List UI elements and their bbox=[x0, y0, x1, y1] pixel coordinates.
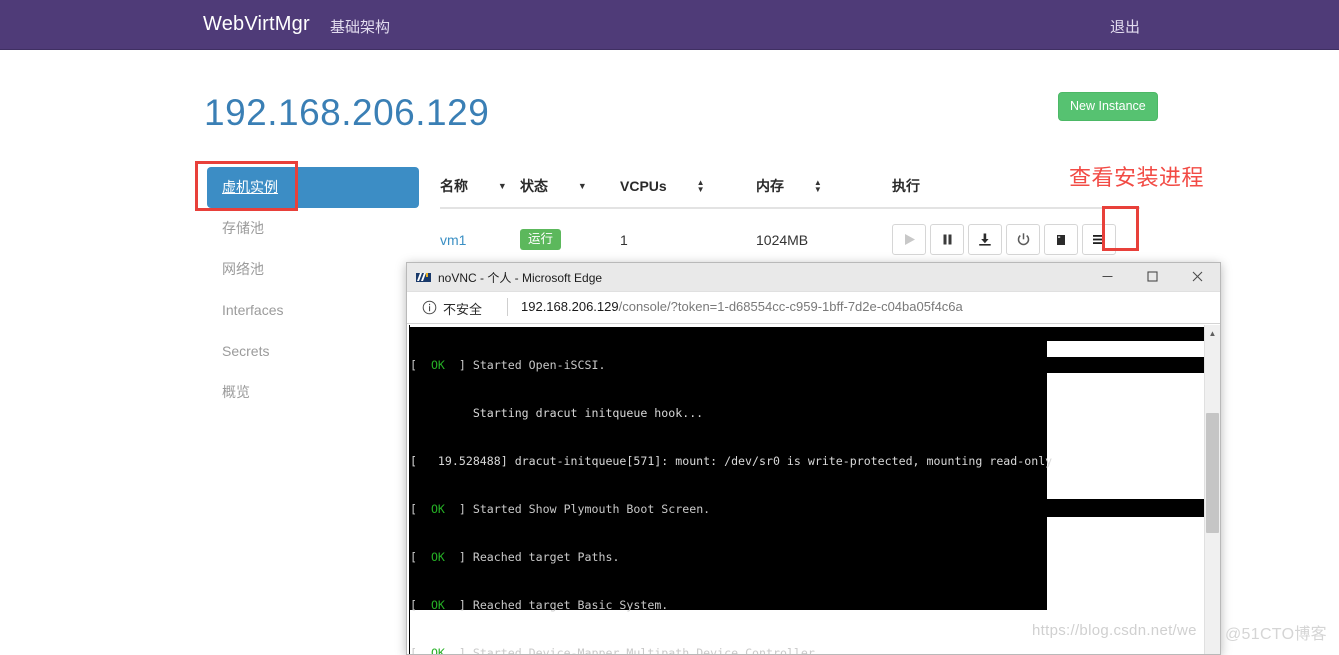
sort-updown-icon[interactable]: ▲ ▼ bbox=[697, 179, 705, 194]
table-header: 名称 ▼ 状态 ▼ VCPUs ▲ ▼ 内存 ▲ ▼ 执行 bbox=[440, 170, 1140, 209]
sort-caret-down-icon[interactable]: ▼ bbox=[498, 181, 507, 191]
sidebar-item-label: 存储池 bbox=[222, 220, 264, 236]
sidebar-item-label: 概览 bbox=[222, 384, 250, 400]
watermark-csdn: https://blog.csdn.net/we bbox=[1032, 622, 1197, 639]
cell-vm-actions bbox=[892, 208, 1140, 268]
sidebar-item-interfaces[interactable]: Interfaces bbox=[207, 290, 419, 331]
scrollbar-thumb[interactable] bbox=[1206, 413, 1219, 533]
console-gap bbox=[1047, 373, 1205, 499]
column-header-label: 内存 bbox=[756, 178, 784, 194]
new-instance-button[interactable]: New Instance bbox=[1058, 92, 1158, 121]
info-circle-icon[interactable] bbox=[422, 300, 437, 315]
annotation-note: 查看安装进程 bbox=[1069, 165, 1205, 190]
column-header-vcpus[interactable]: VCPUs ▲ ▼ bbox=[620, 170, 756, 209]
sidebar-item-secrets[interactable]: Secrets bbox=[207, 331, 419, 372]
app-root: WebVirtMgr 基础架构 退出 192.168.206.129 New I… bbox=[0, 0, 1339, 655]
sidebar-item-label: 网络池 bbox=[222, 261, 264, 277]
power-button[interactable] bbox=[1006, 224, 1040, 255]
sidebar-item-label: Secrets bbox=[222, 343, 270, 359]
watermark-51cto: @51CTO博客 bbox=[1225, 626, 1327, 643]
console-line: [ OK ] Started Device-Mapper Multipath D… bbox=[410, 646, 822, 654]
window-titlebar[interactable]: noVNC - 个人 - Microsoft Edge bbox=[407, 263, 1220, 292]
maximize-button[interactable] bbox=[1130, 263, 1175, 292]
column-header-label: VCPUs bbox=[620, 178, 667, 194]
scroll-up-arrow-icon[interactable]: ▲ bbox=[1205, 325, 1220, 341]
start-button[interactable] bbox=[892, 224, 926, 255]
top-navbar: WebVirtMgr 基础架构 退出 bbox=[0, 0, 1339, 50]
pause-button[interactable] bbox=[930, 224, 964, 255]
browser-address-bar[interactable]: 不安全 192.168.206.129/console/?token=1-d68… bbox=[407, 292, 1220, 324]
console-gap bbox=[1047, 341, 1205, 357]
nav-item-logout[interactable]: 退出 bbox=[1110, 16, 1140, 37]
instances-table: 名称 ▼ 状态 ▼ VCPUs ▲ ▼ 内存 ▲ ▼ 执行 vm1 运行 1 1… bbox=[440, 170, 1140, 268]
console-scrollbar[interactable]: ▲ bbox=[1204, 325, 1220, 654]
column-header-label: 执行 bbox=[892, 178, 920, 194]
console-line: [ OK ] Reached target Paths. bbox=[410, 550, 620, 565]
window-title: noVNC - 个人 - Microsoft Edge bbox=[438, 271, 603, 285]
brand-logo[interactable]: WebVirtMgr bbox=[203, 13, 310, 36]
sidebar-item-network[interactable]: 网络池 bbox=[207, 249, 419, 290]
hamburger-menu-icon bbox=[1092, 233, 1106, 246]
console-line: [ 19.528488] dracut-initqueue[571]: moun… bbox=[410, 454, 1053, 469]
vm-name-link[interactable]: vm1 bbox=[440, 232, 466, 248]
table-body: vm1 运行 1 1024MB bbox=[440, 208, 1140, 268]
sidebar-item-instances[interactable]: 虚机实例 bbox=[207, 167, 419, 208]
sort-updown-icon[interactable]: ▲ ▼ bbox=[814, 179, 822, 194]
cell-vm-name: vm1 bbox=[440, 208, 520, 268]
maximize-icon bbox=[1147, 269, 1158, 287]
stop-icon bbox=[1055, 234, 1067, 246]
close-icon bbox=[1192, 269, 1203, 287]
download-icon bbox=[978, 233, 992, 246]
url-path: /console/?token=1-d68554cc-c959-1bff-7d2… bbox=[618, 299, 963, 314]
address-separator bbox=[507, 298, 508, 316]
novnc-favicon-icon bbox=[416, 270, 431, 285]
console-line: [ OK ] Started Show Plymouth Boot Screen… bbox=[410, 502, 711, 517]
column-header-label: 状态 bbox=[520, 178, 548, 194]
console-menu-button[interactable] bbox=[1082, 224, 1116, 255]
console-line: Starting dracut initqueue hook... bbox=[410, 406, 704, 421]
url-text[interactable]: 192.168.206.129/console/?token=1-d68554c… bbox=[521, 299, 963, 314]
play-icon bbox=[903, 233, 916, 246]
column-header-name[interactable]: 名称 ▼ bbox=[440, 170, 520, 209]
status-badge: 运行 bbox=[520, 229, 562, 250]
column-header-state[interactable]: 状态 ▼ bbox=[520, 170, 620, 209]
cell-vm-memory: 1024MB bbox=[756, 208, 892, 268]
console-line: [ OK ] Reached target Basic System. bbox=[410, 598, 669, 613]
stop-button[interactable] bbox=[1044, 224, 1078, 255]
close-button[interactable] bbox=[1175, 263, 1220, 292]
column-header-memory[interactable]: 内存 ▲ ▼ bbox=[756, 170, 892, 209]
minimize-button[interactable] bbox=[1085, 263, 1130, 292]
sidebar-item-storage[interactable]: 存储池 bbox=[207, 208, 419, 249]
sort-caret-down-icon[interactable]: ▼ bbox=[578, 181, 587, 191]
snapshot-button[interactable] bbox=[968, 224, 1002, 255]
sidebar-item-label: Interfaces bbox=[222, 302, 284, 318]
sidebar-item-overview[interactable]: 概览 bbox=[207, 372, 419, 413]
cell-vm-state: 运行 bbox=[520, 208, 620, 268]
table-header-row: 名称 ▼ 状态 ▼ VCPUs ▲ ▼ 内存 ▲ ▼ 执行 bbox=[440, 170, 1140, 209]
cell-vm-vcpus: 1 bbox=[620, 208, 756, 268]
power-icon bbox=[1017, 233, 1030, 246]
instances-table-container: 名称 ▼ 状态 ▼ VCPUs ▲ ▼ 内存 ▲ ▼ 执行 vm1 运行 1 1… bbox=[440, 170, 1140, 268]
action-button-group bbox=[892, 224, 1140, 255]
sidebar: 虚机实例 存储池 网络池 Interfaces Secrets 概览 bbox=[207, 167, 419, 413]
console-output: [ OK ] Started Open-iSCSI. Starting drac… bbox=[410, 325, 1053, 654]
pause-icon bbox=[941, 233, 954, 246]
console-line: [ OK ] Started Open-iSCSI. bbox=[410, 358, 606, 373]
security-label: 不安全 bbox=[443, 302, 483, 317]
column-header-label: 名称 bbox=[440, 178, 468, 194]
browser-window: noVNC - 个人 - Microsoft Edge 不安全 192.168.… bbox=[406, 262, 1221, 655]
minimize-icon bbox=[1102, 269, 1113, 287]
vnc-console-area[interactable]: [ OK ] Started Open-iSCSI. Starting drac… bbox=[407, 325, 1220, 654]
sidebar-item-label: 虚机实例 bbox=[222, 179, 278, 195]
url-host: 192.168.206.129 bbox=[521, 299, 619, 314]
nav-item-infrastructure[interactable]: 基础架构 bbox=[330, 16, 390, 37]
table-row: vm1 运行 1 1024MB bbox=[440, 208, 1140, 268]
page-title: 192.168.206.129 bbox=[204, 92, 490, 133]
